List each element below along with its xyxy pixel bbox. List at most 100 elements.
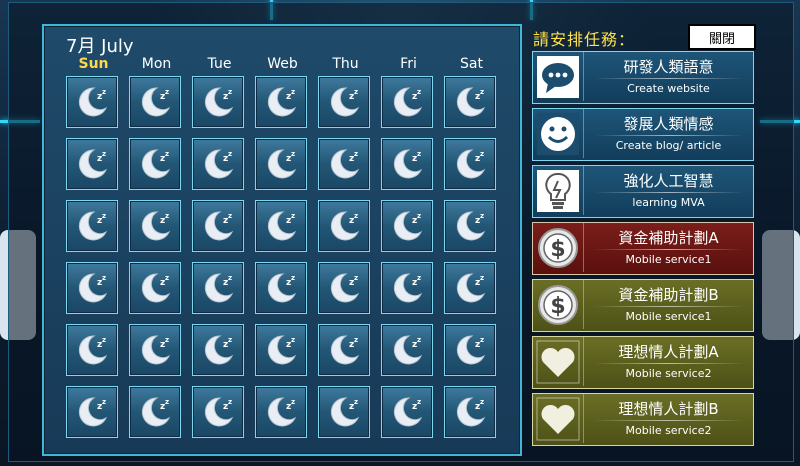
moon-sleep-icon: z z <box>456 397 486 427</box>
calendar-day-cell[interactable]: z z <box>444 324 496 376</box>
task-item[interactable]: $ 資金補助計劃A Mobile service1 <box>532 222 754 275</box>
task-title: 資金補助計劃A <box>618 229 719 247</box>
svg-text:z: z <box>354 336 358 344</box>
task-icon-box <box>533 394 584 443</box>
calendar-day-cell[interactable]: z z <box>381 262 433 314</box>
calendar-day-cell[interactable]: z z <box>66 386 118 438</box>
calendar-day-cell[interactable]: z z <box>192 324 244 376</box>
moon-sleep-icon: z z <box>267 397 297 427</box>
task-item[interactable]: 理想情人計劃B Mobile service2 <box>532 393 754 446</box>
calendar-day-cell[interactable]: z z <box>255 386 307 438</box>
calendar-day-cell[interactable]: z z <box>129 76 181 128</box>
calendar-day-cell[interactable]: z z <box>318 262 370 314</box>
svg-text:z: z <box>480 336 484 344</box>
calendar-day-cell[interactable]: z z <box>192 76 244 128</box>
moon-sleep-icon: z z <box>141 87 171 117</box>
calendar-day-cell[interactable]: z z <box>444 262 496 314</box>
moon-sleep-icon: z z <box>330 273 360 303</box>
calendar-day-cell[interactable]: z z <box>255 76 307 128</box>
svg-text:z: z <box>417 150 421 158</box>
svg-text:z: z <box>228 274 232 282</box>
svg-text:z: z <box>291 212 295 220</box>
moon-sleep-icon: z z <box>78 397 108 427</box>
task-text: 資金補助計劃A Mobile service1 <box>584 223 753 274</box>
calendar-title: 7月 July <box>66 36 134 57</box>
svg-text:z: z <box>165 212 169 220</box>
calendar-day-cell[interactable]: z z <box>129 386 181 438</box>
calendar-day-cell[interactable]: z z <box>129 324 181 376</box>
calendar-day-cell[interactable]: z z <box>129 138 181 190</box>
calendar-day-cell[interactable]: z z <box>318 386 370 438</box>
svg-text:z: z <box>354 88 358 96</box>
calendar-day-cell[interactable]: z z <box>381 386 433 438</box>
svg-text:z: z <box>228 336 232 344</box>
task-icon-box <box>533 109 584 158</box>
svg-text:$: $ <box>550 237 565 262</box>
calendar-day-cell[interactable]: z z <box>192 200 244 252</box>
calendar-day-cell[interactable]: z z <box>444 386 496 438</box>
moon-sleep-icon: z z <box>267 335 297 365</box>
smiley-icon <box>537 112 579 155</box>
moon-sleep-icon: z z <box>393 87 423 117</box>
calendar-day-cell[interactable]: z z <box>444 76 496 128</box>
svg-text:z: z <box>354 150 358 158</box>
svg-text:z: z <box>417 274 421 282</box>
calendar-day-cell[interactable]: z z <box>192 262 244 314</box>
calendar-day-cell[interactable]: z z <box>66 262 118 314</box>
calendar-day-cell[interactable]: z z <box>66 200 118 252</box>
task-item[interactable]: 理想情人計劃A Mobile service2 <box>532 336 754 389</box>
calendar-day-cell[interactable]: z z <box>255 324 307 376</box>
calendar-day-cell[interactable]: z z <box>381 76 433 128</box>
svg-text:z: z <box>354 274 358 282</box>
moon-sleep-icon: z z <box>267 273 297 303</box>
moon-sleep-icon: z z <box>456 335 486 365</box>
moon-sleep-icon: z z <box>456 273 486 303</box>
svg-text:z: z <box>228 88 232 96</box>
moon-sleep-icon: z z <box>393 335 423 365</box>
svg-text:z: z <box>102 212 106 220</box>
calendar-day-cell[interactable]: z z <box>318 200 370 252</box>
svg-text:z: z <box>354 398 358 406</box>
calendar-day-cell[interactable]: z z <box>318 138 370 190</box>
svg-text:z: z <box>228 398 232 406</box>
weekday-web: Web <box>267 56 298 72</box>
task-icon-box: $ <box>533 223 584 272</box>
calendar-day-cell[interactable]: z z <box>381 200 433 252</box>
task-item[interactable]: 發展人類情感 Create blog/ article <box>532 108 754 161</box>
task-title: 發展人類情感 <box>623 115 714 133</box>
moon-sleep-icon: z z <box>78 149 108 179</box>
calendar-day-cell[interactable]: z z <box>255 200 307 252</box>
task-item[interactable]: $ 資金補助計劃B Mobile service1 <box>532 279 754 332</box>
calendar-day-cell[interactable]: z z <box>192 138 244 190</box>
calendar-day-cell[interactable]: z z <box>318 324 370 376</box>
svg-text:z: z <box>102 150 106 158</box>
calendar-day-cell[interactable]: z z <box>66 76 118 128</box>
svg-text:z: z <box>165 150 169 158</box>
task-item[interactable]: 研發人類語意 Create website <box>532 51 754 104</box>
task-title: 理想情人計劃A <box>618 343 719 361</box>
moon-sleep-icon: z z <box>456 149 486 179</box>
calendar-day-cell[interactable]: z z <box>381 324 433 376</box>
calendar-day-cell[interactable]: z z <box>444 138 496 190</box>
calendar-day-cell[interactable]: z z <box>255 262 307 314</box>
calendar-day-cell[interactable]: z z <box>129 200 181 252</box>
calendar-day-cell[interactable]: z z <box>318 76 370 128</box>
calendar-day-cell[interactable]: z z <box>381 138 433 190</box>
close-button[interactable]: 關閉 <box>688 24 756 50</box>
calendar-day-cell[interactable]: z z <box>66 324 118 376</box>
task-subtitle: Create blog/ article <box>615 139 722 152</box>
svg-text:z: z <box>480 274 484 282</box>
calendar-day-cell[interactable]: z z <box>129 262 181 314</box>
moon-sleep-icon: z z <box>330 397 360 427</box>
task-item[interactable]: 強化人工智慧 learning MVA <box>532 165 754 218</box>
calendar-day-cell[interactable]: z z <box>444 200 496 252</box>
weekday-thu: Thu <box>332 56 359 72</box>
heart-icon <box>536 340 580 383</box>
calendar-day-cell[interactable]: z z <box>255 138 307 190</box>
task-title: 研發人類語意 <box>623 58 714 76</box>
moon-sleep-icon: z z <box>78 87 108 117</box>
calendar-day-cell[interactable]: z z <box>192 386 244 438</box>
task-icon-box: $ <box>533 280 584 329</box>
calendar-day-cell[interactable]: z z <box>66 138 118 190</box>
svg-text:z: z <box>291 150 295 158</box>
